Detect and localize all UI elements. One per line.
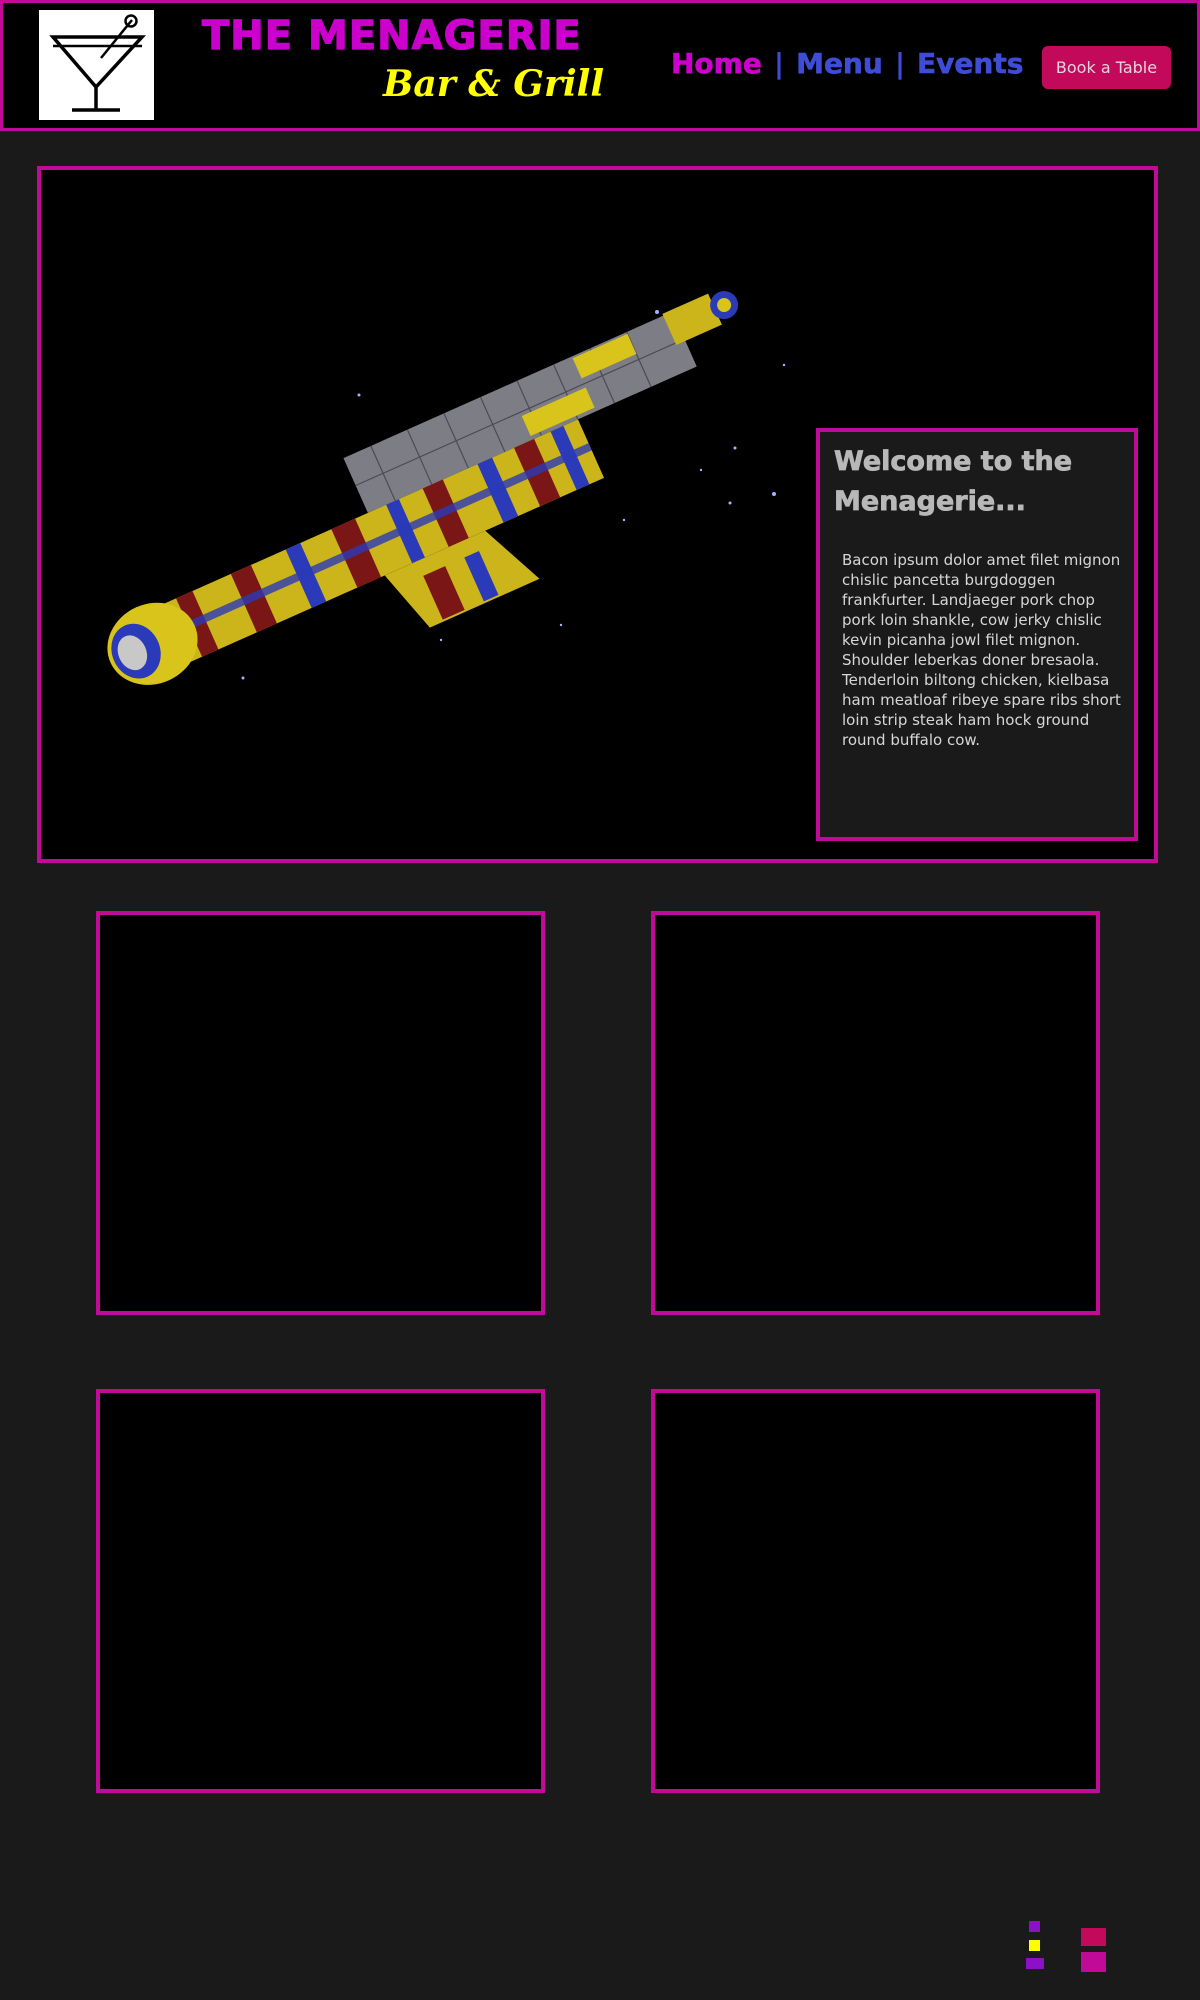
welcome-title: Welcome to the Menagerie... — [834, 446, 1073, 518]
martini-glass-icon[interactable] — [39, 10, 154, 120]
footer-decor-square — [1026, 1958, 1044, 1969]
feature-card[interactable] — [651, 1389, 1100, 1793]
footer-decor-square — [1081, 1952, 1106, 1972]
nav-link-events[interactable]: Events — [917, 47, 1024, 81]
nav-separator: | — [773, 47, 785, 80]
main-nav: Home | Menu | Events — [671, 47, 1024, 81]
footer-decor-square — [1029, 1921, 1040, 1932]
feature-card[interactable] — [96, 1389, 545, 1793]
nav-link-home[interactable]: Home — [671, 47, 762, 81]
hero-banner: Welcome to the Menagerie... Bacon ipsum … — [37, 166, 1158, 863]
nav-link-menu[interactable]: Menu — [796, 47, 883, 81]
welcome-panel: Welcome to the Menagerie... Bacon ipsum … — [816, 428, 1138, 841]
brand-subtitle: Bar & Grill — [383, 63, 605, 105]
welcome-body: Bacon ipsum dolor amet filet mignon chis… — [842, 551, 1121, 749]
book-table-button[interactable]: Book a Table — [1042, 46, 1171, 89]
footer-decor-square — [1081, 1928, 1106, 1946]
brand-title: THE MENAGERIE — [201, 12, 582, 59]
feature-card[interactable] — [96, 911, 545, 1315]
feature-card[interactable] — [651, 911, 1100, 1315]
nav-separator: | — [894, 47, 906, 80]
footer-decor-square — [1029, 1940, 1040, 1951]
site-header: THE MENAGERIE Bar & Grill Home | Menu | … — [0, 0, 1200, 131]
